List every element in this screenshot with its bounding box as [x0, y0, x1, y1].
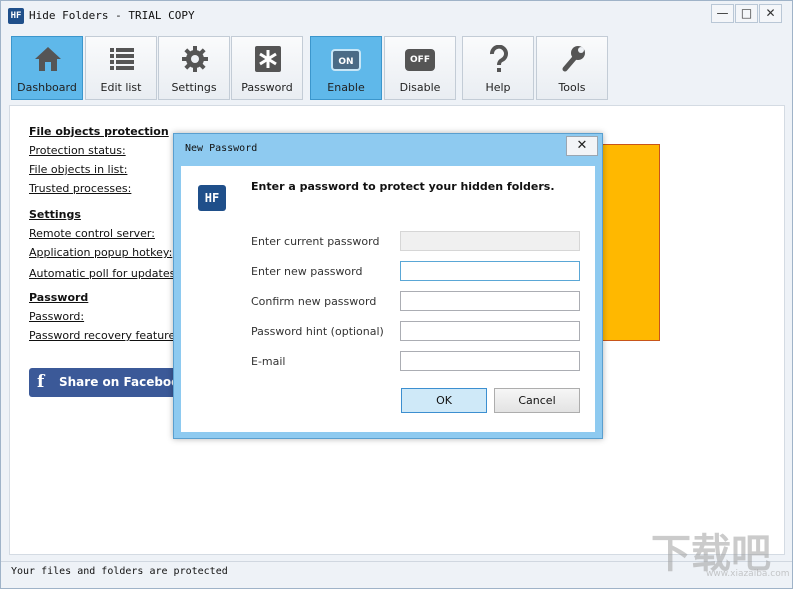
status-text: Your files and folders are protected [11, 566, 228, 577]
close-button[interactable]: ✕ [759, 4, 782, 23]
file-objects-link[interactable]: File objects in list: [29, 163, 127, 176]
off-switch-icon: OFF [405, 49, 435, 71]
enable-button[interactable]: ON Enable [310, 36, 382, 100]
current-password-field [400, 231, 580, 251]
password-recovery-link[interactable]: Password recovery feature: [29, 329, 179, 342]
dialog-title: New Password [185, 143, 258, 154]
cancel-button[interactable]: Cancel [494, 388, 580, 413]
new-password-dialog: New Password ✕ HF Enter a password to pr… [173, 133, 603, 439]
asterisk-icon [255, 46, 281, 72]
wrench-icon [562, 46, 585, 72]
main-toolbar: Dashboard Edit list Settings Password ON… [1, 31, 792, 103]
window-title: Hide Folders - TRIAL COPY [29, 9, 195, 22]
question-icon [490, 45, 508, 72]
tools-label: Tools [558, 81, 586, 94]
current-password-label: Enter current password [251, 235, 380, 248]
dashboard-label: Dashboard [17, 81, 77, 94]
tools-button[interactable]: Tools [536, 36, 608, 100]
new-password-label: Enter new password [251, 265, 363, 278]
settings-label: Settings [171, 81, 217, 94]
dialog-logo-icon: HF [198, 185, 226, 211]
share-facebook-button[interactable]: f Share on Facebook [29, 368, 189, 397]
popup-hotkey-link[interactable]: Application popup hotkey: [29, 246, 172, 259]
confirm-password-label: Confirm new password [251, 295, 377, 308]
on-switch-icon: ON [331, 49, 361, 71]
remote-control-link[interactable]: Remote control server: [29, 227, 155, 240]
password-button[interactable]: Password [231, 36, 303, 100]
ok-button[interactable]: OK [401, 388, 487, 413]
password-hint-field[interactable] [400, 321, 580, 341]
help-button[interactable]: Help [462, 36, 534, 100]
settings-button[interactable]: Settings [158, 36, 230, 100]
auto-poll-link[interactable]: Automatic poll for updates: [29, 267, 179, 280]
email-field[interactable] [400, 351, 580, 371]
app-logo-icon: HF [8, 8, 24, 24]
section-heading-protection: File objects protection [29, 125, 169, 138]
maximize-button[interactable]: □ [735, 4, 758, 23]
dashboard-button[interactable]: Dashboard [11, 36, 83, 100]
disable-button[interactable]: OFF Disable [384, 36, 456, 100]
protection-status-link[interactable]: Protection status: [29, 144, 126, 157]
dialog-body: HF Enter a password to protect your hidd… [181, 166, 595, 432]
disable-label: Disable [399, 81, 441, 94]
dialog-close-button[interactable]: ✕ [566, 136, 598, 156]
minimize-button[interactable]: — [711, 4, 734, 23]
app-window: HF Hide Folders - TRIAL COPY — □ ✕ Dashb… [0, 0, 793, 589]
section-heading-password: Password [29, 291, 89, 304]
list-icon [110, 48, 134, 70]
edit-list-label: Edit list [100, 81, 142, 94]
status-indicator-box [602, 144, 660, 341]
gear-icon [182, 46, 208, 72]
section-heading-settings: Settings [29, 208, 81, 221]
facebook-icon: f [37, 372, 45, 392]
home-icon [35, 47, 61, 71]
help-label: Help [485, 81, 511, 94]
title-bar: HF Hide Folders - TRIAL COPY — □ ✕ [1, 1, 792, 30]
password-link[interactable]: Password: [29, 310, 84, 323]
trusted-processes-link[interactable]: Trusted processes: [29, 182, 131, 195]
confirm-password-field[interactable] [400, 291, 580, 311]
password-hint-label: Password hint (optional) [251, 325, 384, 338]
watermark-url: www.xiazaiba.com [706, 569, 790, 579]
enable-label: Enable [327, 81, 365, 94]
new-password-field[interactable] [400, 261, 580, 281]
edit-list-button[interactable]: Edit list [85, 36, 157, 100]
email-label: E-mail [251, 355, 286, 368]
dialog-heading: Enter a password to protect your hidden … [251, 180, 555, 193]
watermark: 下载吧 www.xiazaiba.com [651, 521, 791, 583]
share-facebook-label: Share on Facebook [59, 375, 188, 389]
password-label: Password [241, 81, 293, 94]
